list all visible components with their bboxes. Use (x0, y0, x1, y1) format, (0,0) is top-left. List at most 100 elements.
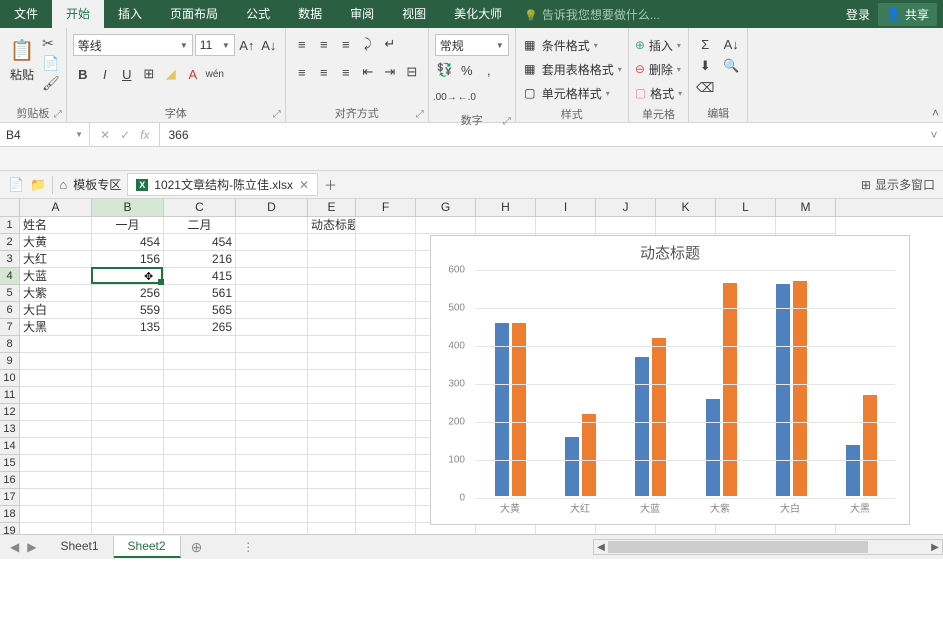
cell[interactable] (308, 319, 356, 336)
collapse-ribbon-icon[interactable]: ˄ (932, 106, 939, 120)
cell[interactable] (236, 268, 308, 285)
cell[interactable]: 454 (92, 234, 164, 251)
cell[interactable] (92, 353, 164, 370)
row-header[interactable]: 5 (0, 285, 20, 302)
row-header[interactable]: 18 (0, 506, 20, 523)
column-header[interactable]: M (776, 199, 836, 216)
cell[interactable] (356, 285, 416, 302)
paste-button[interactable]: 📋 粘贴 (6, 34, 38, 85)
grow-font-icon[interactable]: A↑ (237, 35, 257, 55)
align-right-icon[interactable]: ≡ (336, 62, 356, 82)
chart-bar[interactable] (863, 395, 877, 496)
currency-icon[interactable]: 💱 (435, 60, 455, 80)
row-header[interactable]: 7 (0, 319, 20, 336)
scroll-left-icon[interactable]: ◀ (594, 542, 608, 553)
chart-bar[interactable] (723, 283, 737, 496)
dialog-launcher-icon[interactable]: ⤢ (503, 116, 511, 127)
cell[interactable] (356, 472, 416, 489)
cell[interactable]: 姓名 (20, 217, 92, 234)
bold-button[interactable]: B (73, 64, 93, 84)
dec-decimal-icon[interactable]: ←.0 (457, 87, 477, 107)
chart-bar[interactable] (706, 399, 720, 496)
sheet-nav-prev-icon[interactable]: ◀ (10, 540, 19, 554)
cell[interactable] (308, 251, 356, 268)
cell[interactable] (20, 370, 92, 387)
cell[interactable] (356, 506, 416, 523)
autosum-icon[interactable]: Σ (695, 34, 715, 54)
column-header[interactable]: F (356, 199, 416, 216)
font-color-icon[interactable]: A (183, 64, 203, 84)
menu-tab-6[interactable]: 审阅 (336, 0, 388, 28)
column-header[interactable]: J (596, 199, 656, 216)
login-link[interactable]: 登录 (846, 6, 870, 23)
menu-tab-5[interactable]: 数据 (284, 0, 336, 28)
wrap-text-icon[interactable]: ↵ (380, 34, 400, 54)
italic-button[interactable]: I (95, 64, 115, 84)
cancel-icon[interactable]: ✕ (100, 128, 110, 142)
cell[interactable] (356, 217, 416, 234)
folder-icon[interactable]: 📁 (30, 177, 46, 193)
column-header[interactable]: G (416, 199, 476, 216)
cell[interactable] (356, 438, 416, 455)
dialog-launcher-icon[interactable]: ⤢ (54, 109, 62, 120)
formula-input[interactable]: 366 (160, 123, 925, 146)
chart-bar[interactable] (495, 323, 509, 496)
number-format-select[interactable]: 常规▼ (435, 34, 509, 56)
cell[interactable] (164, 370, 236, 387)
conditional-format-button[interactable]: ▦条件格式▾ (522, 34, 622, 56)
cell[interactable] (236, 251, 308, 268)
menu-tab-1[interactable]: 开始 (52, 0, 104, 28)
cell[interactable] (236, 489, 308, 506)
column-header[interactable]: K (656, 199, 716, 216)
fill-color-icon[interactable]: ◢ (161, 64, 181, 84)
add-tab-icon[interactable]: ＋ (324, 175, 337, 194)
shrink-font-icon[interactable]: A↓ (259, 35, 279, 55)
chart-bar[interactable] (846, 445, 860, 496)
percent-icon[interactable]: % (457, 60, 477, 80)
cell[interactable] (92, 472, 164, 489)
sort-filter-icon[interactable]: A↓ (721, 34, 741, 54)
align-middle-icon[interactable]: ≡ (314, 34, 334, 54)
cell[interactable] (20, 336, 92, 353)
cell[interactable] (20, 506, 92, 523)
chart-bar[interactable] (582, 414, 596, 496)
row-header[interactable]: 8 (0, 336, 20, 353)
font-name-select[interactable]: 等线▼ (73, 34, 193, 56)
chart-title[interactable]: 动态标题 (431, 236, 909, 269)
cell[interactable] (92, 387, 164, 404)
row-header[interactable]: 14 (0, 438, 20, 455)
horizontal-scrollbar[interactable]: ◀ ▶ (593, 539, 943, 555)
column-header[interactable]: C (164, 199, 236, 216)
cell[interactable] (236, 438, 308, 455)
clear-icon[interactable]: ⌫ (695, 78, 715, 98)
menu-tab-7[interactable]: 视图 (388, 0, 440, 28)
cell[interactable] (20, 472, 92, 489)
menu-tab-3[interactable]: 页面布局 (156, 0, 232, 28)
row-header[interactable]: 9 (0, 353, 20, 370)
sheet-tab[interactable]: Sheet1 (46, 536, 113, 558)
chart-bar[interactable] (652, 338, 666, 496)
cell[interactable]: 559 (92, 302, 164, 319)
column-header[interactable]: B (92, 199, 164, 216)
row-header[interactable]: 3 (0, 251, 20, 268)
close-icon[interactable]: ✕ (299, 178, 309, 192)
indent-dec-icon[interactable]: ⇤ (358, 62, 378, 82)
cell[interactable] (164, 387, 236, 404)
cell[interactable] (308, 472, 356, 489)
cell[interactable] (20, 353, 92, 370)
multi-window-button[interactable]: 显示多窗口 (875, 176, 935, 193)
sheet-tab[interactable]: Sheet2 (114, 536, 181, 558)
cell[interactable] (356, 302, 416, 319)
cell[interactable] (236, 472, 308, 489)
cell[interactable]: 大紫 (20, 285, 92, 302)
cell[interactable] (308, 455, 356, 472)
cell[interactable] (20, 387, 92, 404)
cell[interactable] (308, 302, 356, 319)
cell[interactable] (356, 353, 416, 370)
cell[interactable]: 561 (164, 285, 236, 302)
cell[interactable] (164, 472, 236, 489)
cell[interactable] (308, 234, 356, 251)
cell[interactable]: 135 (92, 319, 164, 336)
column-header[interactable]: A (20, 199, 92, 216)
cell[interactable] (476, 217, 536, 234)
